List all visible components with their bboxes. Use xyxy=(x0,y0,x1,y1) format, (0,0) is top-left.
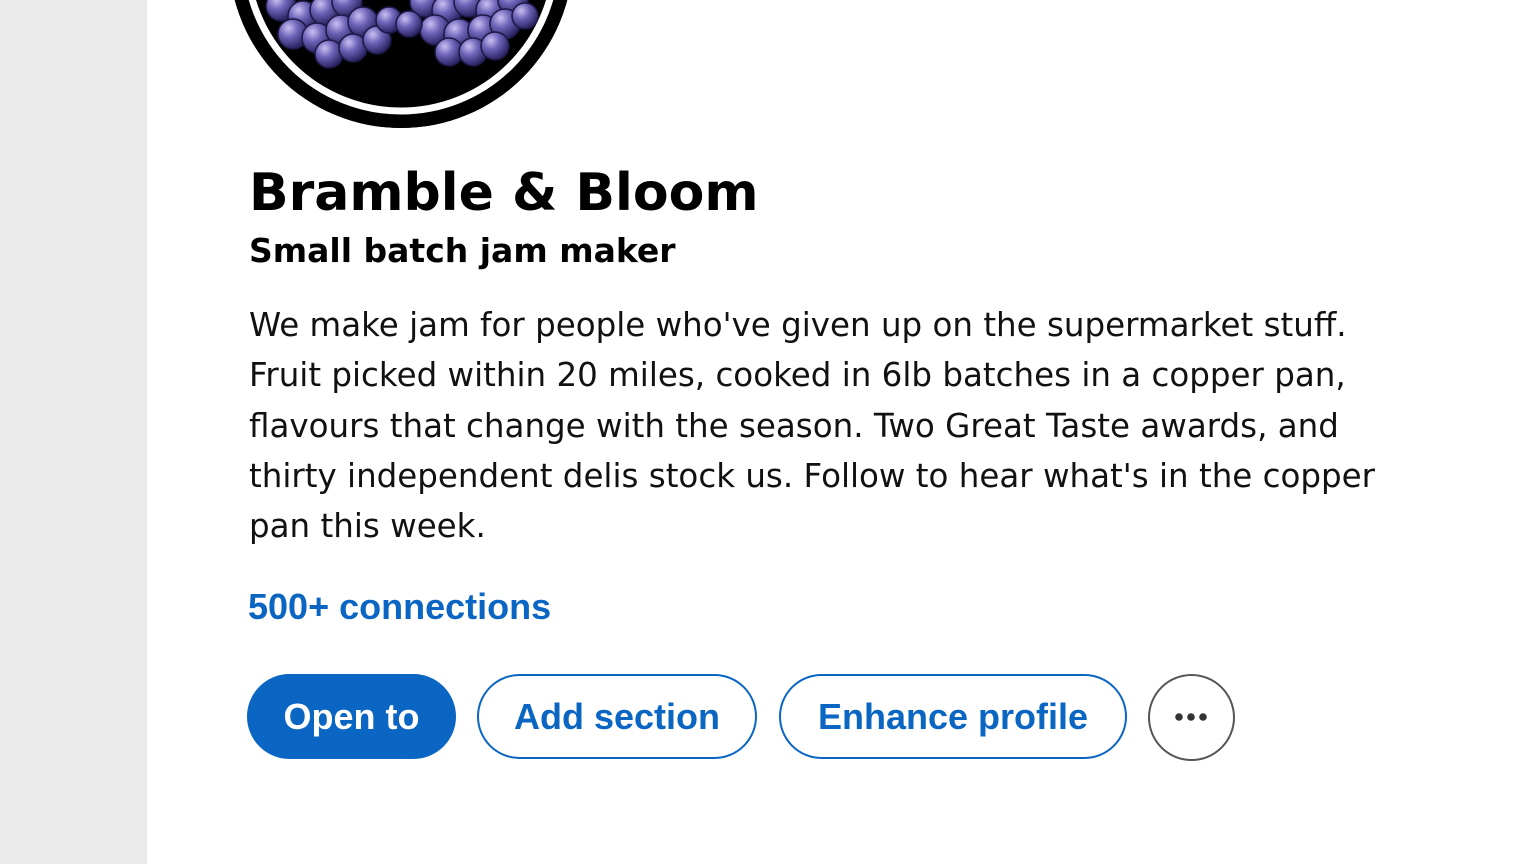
connections-link[interactable]: 500+ connections xyxy=(248,584,551,630)
open-to-button[interactable]: Open to xyxy=(247,674,456,759)
more-horizontal-icon xyxy=(1175,713,1207,721)
left-gutter xyxy=(0,0,147,864)
add-section-button[interactable]: Add section xyxy=(477,674,757,759)
profile-headline: Small batch jam maker xyxy=(249,231,676,270)
enhance-profile-button[interactable]: Enhance profile xyxy=(779,674,1127,759)
profile-about: We make jam for people who've given up o… xyxy=(249,306,1375,546)
profile-name: Bramble & Bloom xyxy=(249,163,759,223)
profile-page: Bramble & Bloom Small batch jam maker We… xyxy=(0,0,1536,864)
more-button[interactable] xyxy=(1148,674,1235,761)
